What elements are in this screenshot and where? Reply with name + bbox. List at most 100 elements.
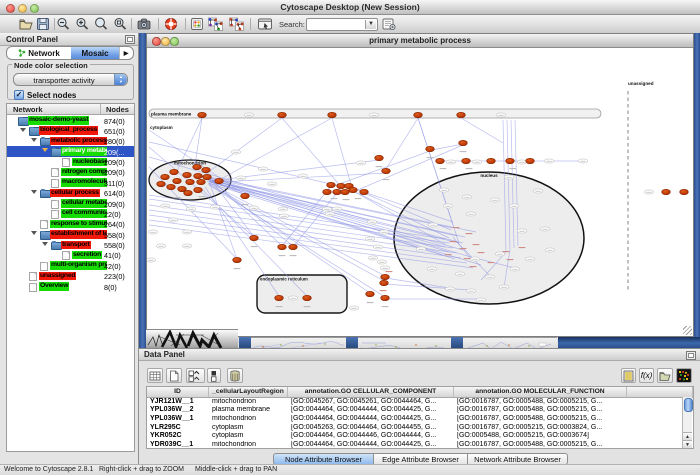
node[interactable]	[662, 189, 671, 194]
table-row-YJR121W__1[interactable]: YJR121W__1mitochondrion[GO:0045267, GO:0…	[147, 398, 693, 407]
background-window-thumbnail[interactable]	[146, 329, 238, 348]
search-dropdown-arrow[interactable]: ▼	[365, 20, 376, 29]
background-window-edge[interactable]	[239, 337, 251, 348]
window-resize-grip[interactable]	[683, 326, 692, 335]
tree-row-nucleobase-[interactable]: nucleobase-209(0)	[7, 157, 134, 167]
node[interactable]	[333, 189, 342, 194]
edge[interactable]	[332, 118, 352, 188]
node[interactable]	[198, 112, 207, 117]
zoom-fit-icon[interactable]	[94, 17, 108, 31]
node[interactable]	[241, 193, 250, 198]
expand-arrow-icon[interactable]	[42, 242, 48, 246]
function-builder-button[interactable]: f(x)	[639, 368, 654, 383]
node[interactable]	[167, 184, 176, 189]
node[interactable]	[303, 295, 312, 300]
network-window-titlebar[interactable]: primary metabolic process	[147, 34, 693, 48]
node[interactable]	[278, 244, 287, 249]
table-vertical-scrollbar[interactable]: ▲ ▼	[682, 397, 692, 449]
node[interactable]	[203, 174, 212, 179]
scrollbar-thumb[interactable]	[684, 398, 693, 412]
tree-row-transport[interactable]: transport558(0)	[7, 240, 134, 250]
node[interactable]	[366, 291, 375, 296]
expand-arrow-icon[interactable]	[31, 138, 37, 142]
node[interactable]	[526, 158, 535, 163]
node[interactable]	[184, 190, 193, 195]
node[interactable]	[381, 274, 390, 279]
tree-row-biological-process[interactable]: biological_process651(0)	[7, 125, 134, 135]
attribute-checklist-button[interactable]	[186, 368, 205, 383]
heatmap-button[interactable]	[676, 368, 692, 383]
node[interactable]	[186, 179, 195, 184]
select-nodes-checkbox[interactable]: ✓	[14, 90, 24, 100]
delete-attribute-button[interactable]	[227, 368, 243, 383]
node[interactable]	[170, 169, 179, 174]
scroll-down-arrow[interactable]: ▼	[683, 440, 692, 449]
expand-arrow-icon[interactable]	[31, 190, 37, 194]
tab-mosaic[interactable]: Mosaic	[71, 47, 119, 59]
node[interactable]	[360, 189, 369, 194]
float-panel-icon[interactable]	[686, 351, 696, 360]
edge[interactable]	[221, 118, 332, 179]
background-window-strip[interactable]	[358, 337, 451, 348]
search-settings-icon[interactable]	[382, 17, 396, 31]
tree-row-macromolecule[interactable]: macromolecule311(0)	[7, 177, 134, 187]
node[interactable]	[382, 168, 391, 173]
node[interactable]	[323, 189, 332, 194]
edge[interactable]	[207, 118, 282, 173]
tree-header-network[interactable]: Network	[13, 105, 43, 114]
node[interactable]	[380, 280, 389, 285]
import-attributes-button[interactable]	[657, 368, 673, 383]
background-window-edge[interactable]	[451, 337, 463, 348]
node[interactable]	[337, 183, 346, 188]
snapshot-icon[interactable]	[137, 17, 151, 31]
network-canvas[interactable]: plasma membranecytoplasmmitochondrionnuc…	[147, 47, 693, 336]
zoom-in-icon[interactable]	[75, 17, 89, 31]
tree-row-mosaic-demo-yeast[interactable]: mosaic-demo-yeast874(0)	[7, 115, 134, 125]
zoom-out-icon[interactable]	[56, 17, 70, 31]
combo-stepper-icon[interactable]: ▲▼	[114, 74, 127, 85]
node[interactable]	[233, 257, 242, 262]
node[interactable]	[193, 164, 202, 169]
tree-row-multi-organism-pro[interactable]: multi-organism pro42(0)	[7, 260, 134, 270]
node[interactable]	[289, 244, 298, 249]
tab-network[interactable]: Network	[7, 47, 71, 59]
node[interactable]	[183, 172, 192, 177]
background-window-edge[interactable]	[346, 337, 358, 348]
node[interactable]	[328, 112, 337, 117]
node[interactable]	[275, 295, 284, 300]
new-attribute-button[interactable]	[166, 368, 182, 383]
node[interactable]	[194, 173, 203, 178]
tree-header-nodes[interactable]: Nodes	[106, 105, 129, 114]
node[interactable]	[341, 189, 350, 194]
search-input[interactable]: ▼	[306, 18, 378, 31]
expand-arrow-icon[interactable]	[20, 128, 26, 132]
expand-arrow-icon[interactable]	[31, 231, 37, 235]
select-attributes-button[interactable]	[147, 368, 163, 383]
tab-overflow-arrow[interactable]: ▶	[119, 47, 132, 59]
column-header-ID[interactable]: ID	[147, 387, 209, 397]
tree-row-cellular-process[interactable]: cellular process614(0)	[7, 188, 134, 198]
background-window-titlebar[interactable]	[558, 337, 700, 348]
node[interactable]	[487, 158, 496, 163]
node[interactable]	[278, 112, 287, 117]
node[interactable]	[202, 167, 211, 172]
vizmapper-icon[interactable]	[190, 17, 204, 31]
tree-row-primary-metabo[interactable]: primary metabo209(...	[7, 146, 134, 156]
node[interactable]	[457, 112, 466, 117]
column-header-filler[interactable]	[627, 387, 693, 397]
tree-row-nitrogen-compo[interactable]: nitrogen compo209(0)	[7, 167, 134, 177]
node[interactable]	[157, 181, 166, 186]
nucleus-region[interactable]	[394, 172, 584, 304]
help-ring-icon[interactable]	[164, 17, 178, 31]
annotation-icon[interactable]	[257, 17, 273, 31]
tree-row-overview[interactable]: Overview8(0)	[7, 281, 134, 291]
export-network-icon[interactable]	[228, 17, 245, 31]
node[interactable]	[414, 112, 423, 117]
attribute-batch-button[interactable]	[207, 368, 221, 383]
node[interactable]	[173, 178, 182, 183]
column-header-_cellularLayoutRegion[interactable]: _cellularLayoutRegion	[209, 387, 288, 397]
background-window-strip[interactable]	[251, 337, 346, 348]
attribute-list-icon[interactable]	[621, 368, 636, 383]
node[interactable]	[426, 146, 435, 151]
table-row-YPL036W__2[interactable]: YPL036W__2plasma membrane[GO:0044464, GO…	[147, 406, 693, 415]
